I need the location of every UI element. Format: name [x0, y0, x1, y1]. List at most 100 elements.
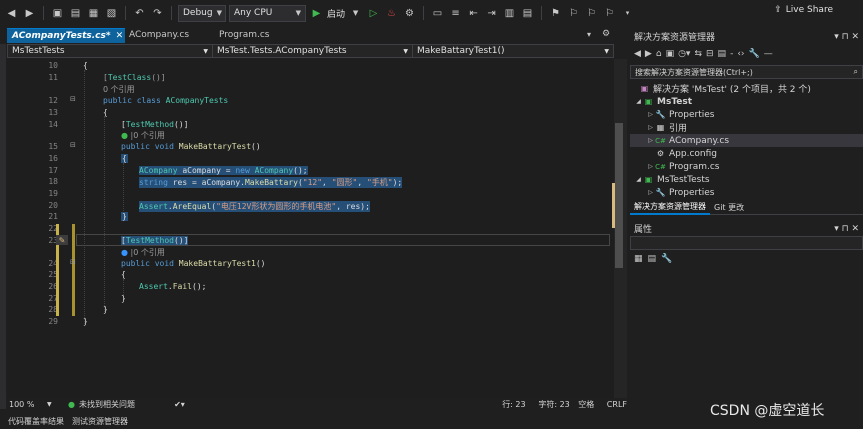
tree-item-program[interactable]: ▷ C# Program.cs	[630, 160, 863, 173]
pin-icon[interactable]: —	[764, 49, 773, 59]
outdent-icon[interactable]: ⇤	[466, 6, 481, 21]
back-icon[interactable]: ◀	[634, 49, 641, 59]
scrollbar-change-marker	[612, 183, 615, 228]
collapsed-icon[interactable]: ▷	[646, 189, 655, 196]
comment-icon[interactable]: ▥	[502, 6, 517, 21]
back-icon[interactable]: ◀	[4, 6, 19, 21]
issues-status[interactable]: 未找到相关问题	[79, 399, 174, 410]
redo-icon[interactable]: ↷	[150, 6, 165, 21]
alphabetical-icon[interactable]: ▤	[648, 254, 657, 264]
live-share-button[interactable]: ⇪ Live Share	[774, 5, 833, 15]
properties-object-select[interactable]	[630, 236, 863, 250]
start-button[interactable]: 启动	[327, 7, 345, 20]
tree-label: App.config	[669, 148, 717, 159]
tab-program[interactable]: Program.cs	[214, 28, 304, 43]
method-name: MakeBattaryTest	[178, 142, 252, 151]
collapsed-icon[interactable]: ▷	[646, 124, 655, 131]
codelens-references[interactable]: 0 个引用	[103, 84, 135, 95]
bookmark-icon[interactable]: ⚑	[548, 6, 563, 21]
tree-item-properties-tests[interactable]: ▷ 🔧 Properties	[630, 186, 863, 199]
start-without-debug-icon[interactable]: ▷	[366, 6, 381, 21]
scrollbar-thumb[interactable]	[615, 123, 623, 268]
uncomment-icon[interactable]: ▤	[520, 6, 535, 21]
tab-test-explorer[interactable]: 测试资源管理器	[72, 416, 128, 427]
chevron-down-icon[interactable]: ▼	[47, 401, 68, 408]
properties-icon[interactable]: 🔧	[749, 49, 760, 59]
format-icon[interactable]: ≡	[448, 6, 463, 21]
hot-reload-icon[interactable]: ♨	[384, 6, 399, 21]
collapsed-icon[interactable]: ▷	[646, 163, 655, 170]
gear-icon[interactable]: ⚙	[602, 29, 610, 39]
bookmark-next-icon[interactable]: ⚐	[584, 6, 599, 21]
config-select[interactable]: Debug ▼	[178, 4, 226, 22]
fold-icon[interactable]: ⊟	[70, 95, 76, 103]
indent-guide	[123, 163, 124, 215]
bookmark-clear-icon[interactable]: ⚐	[602, 6, 617, 21]
more-icon[interactable]: ▾	[620, 6, 635, 21]
collapsed-icon[interactable]: ▷	[646, 111, 655, 118]
whitespace-mode[interactable]: 空格	[578, 399, 607, 410]
tab-overflow-icon[interactable]: ▾	[587, 30, 591, 39]
line-ending[interactable]: CRLF	[607, 400, 627, 409]
tab-solution-explorer[interactable]: 解决方案资源管理器	[630, 201, 710, 215]
line-number: 29	[48, 317, 58, 326]
expanded-icon[interactable]: ◢	[634, 176, 643, 183]
indent-icon[interactable]: ⇥	[484, 6, 499, 21]
sync-icon[interactable]: ⇆	[694, 49, 702, 59]
tree-item-appconfig[interactable]: ⚙ App.config	[630, 147, 863, 160]
codelens-references[interactable]: ● |0 个引用	[121, 130, 165, 141]
forward-icon[interactable]: ▶	[22, 6, 37, 21]
zoom-level[interactable]: 100 %	[7, 400, 47, 409]
codelens-references[interactable]: ● |0 个引用	[121, 247, 165, 258]
csharp-file-icon: C#	[655, 162, 666, 171]
categorized-icon[interactable]: ▦	[634, 254, 643, 264]
save-icon[interactable]: ▦	[86, 6, 101, 21]
tree-item-references[interactable]: ▷ ▦ 引用	[630, 121, 863, 134]
fold-icon[interactable]: ⊟	[70, 258, 76, 266]
home-icon[interactable]: ⌂	[656, 49, 662, 59]
tree-label: 解决方案 'MsTest' (2 个项目，共 2 个)	[653, 85, 811, 95]
save-all-icon[interactable]: ▧	[104, 6, 119, 21]
tab-git-changes[interactable]: Git 更改	[710, 202, 748, 213]
start-icon[interactable]: ▶	[309, 6, 324, 21]
solution-search-input[interactable]: 搜索解决方案资源管理器(Ctrl+;) ⌕	[630, 65, 863, 79]
code-editor[interactable]	[7, 59, 614, 398]
lightbulb-icon[interactable]: ✎	[56, 235, 68, 245]
preview-icon[interactable]: ‹›	[737, 49, 744, 59]
tree-item-mstest[interactable]: ◢ ▣ MsTest	[630, 95, 863, 108]
panel-controls[interactable]: ▾ ⊓ ✕	[834, 224, 859, 234]
close-icon[interactable]: ✕	[116, 31, 124, 41]
class-dropdown[interactable]: MsTest.Tests.ACompanyTests ▼	[213, 45, 413, 57]
layout-icon[interactable]: ▭	[430, 6, 445, 21]
line-number: 21	[48, 212, 58, 221]
expanded-icon[interactable]: ◢	[634, 98, 643, 105]
tree-item-acompany[interactable]: ▷ C# ACompany.cs	[630, 134, 863, 147]
tab-acompanytests[interactable]: ACompanyTests.cs* ✕	[7, 28, 125, 43]
tree-item-properties[interactable]: ▷ 🔧 Properties	[630, 108, 863, 121]
show-all-icon[interactable]: ▤	[718, 49, 727, 59]
property-pages-icon[interactable]: 🔧	[661, 254, 672, 264]
panel-controls[interactable]: ▾ ⊓ ✕	[834, 32, 859, 42]
platform-select[interactable]: Any CPU ▼	[229, 4, 306, 22]
codelens-label: 0 个引用	[133, 248, 165, 257]
collapse-all-icon[interactable]: ⊟	[706, 49, 714, 59]
undo-icon[interactable]: ↶	[132, 6, 147, 21]
tab-code-coverage[interactable]: 代码覆盖率结果	[8, 416, 64, 427]
settings-icon[interactable]: ⚙	[402, 6, 417, 21]
bookmark-prev-icon[interactable]: ⚐	[566, 6, 581, 21]
forward-icon[interactable]: ▶	[645, 49, 652, 59]
cleanup-icon[interactable]: ✔▾	[174, 400, 217, 409]
new-project-icon[interactable]: ▣	[50, 6, 65, 21]
collapsed-icon[interactable]: ▷	[646, 137, 655, 144]
open-folder-icon[interactable]: ▤	[68, 6, 83, 21]
tree-item-mstesttests[interactable]: ◢ ▣ MsTestTests	[630, 173, 863, 186]
switch-views-icon[interactable]: ▣	[666, 49, 675, 59]
dropdown-icon[interactable]: ▼	[348, 6, 363, 21]
tab-acompany[interactable]: ACompany.cs	[124, 28, 214, 43]
project-dropdown[interactable]: MsTestTests ▼	[8, 45, 213, 57]
member-dropdown[interactable]: MakeBattaryTest1() ▼	[413, 45, 613, 57]
pending-changes-icon[interactable]: ◷▾	[678, 49, 690, 59]
tree-item-solution[interactable]: ▣ 解决方案 'MsTest' (2 个项目，共 2 个)	[630, 82, 863, 95]
wrench-icon: 🔧	[655, 188, 666, 197]
fold-icon[interactable]: ⊟	[70, 141, 76, 149]
